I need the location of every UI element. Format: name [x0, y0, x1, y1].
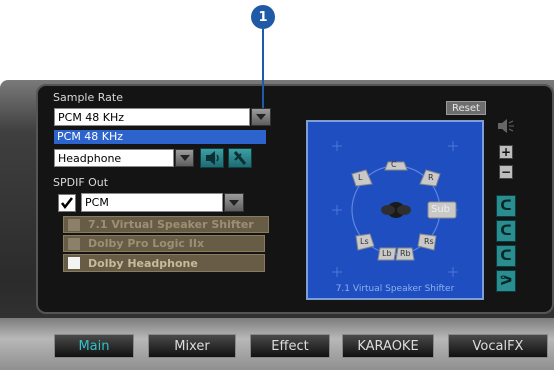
- sample-rate-dropdown-option[interactable]: PCM 48 KHz: [54, 130, 266, 144]
- tab-karaoke[interactable]: KARAOKE: [342, 334, 434, 358]
- preset-mode-button-1[interactable]: ᑕ: [496, 195, 516, 217]
- sample-rate-select[interactable]: PCM 48 KHz: [54, 108, 250, 126]
- settings-tool-button[interactable]: [228, 148, 252, 168]
- callout-number: 1: [258, 9, 268, 25]
- preset-mode-button-4[interactable]: ᕗ: [496, 270, 516, 292]
- volume-down-button[interactable]: −: [499, 165, 513, 179]
- speaker-label: R: [428, 173, 434, 182]
- option-checkbox[interactable]: [68, 257, 80, 269]
- checkmark-icon: [61, 197, 73, 210]
- output-dropdown-button[interactable]: [175, 149, 194, 167]
- tab-main[interactable]: Main: [54, 334, 134, 358]
- reset-button[interactable]: Reset: [446, 101, 486, 115]
- tab-label: VocalFX: [472, 338, 524, 354]
- speaker-label: Rs: [424, 237, 434, 246]
- speaker-label: Ls: [360, 237, 369, 246]
- spdif-format-select[interactable]: PCM: [81, 193, 223, 212]
- spdif-dropdown-button[interactable]: [224, 193, 244, 212]
- curve-icon: ᑕ: [500, 198, 512, 214]
- preset-mode-button-2[interactable]: ᑕ: [496, 220, 516, 242]
- option-virtual-speaker-shifter[interactable]: 7.1 Virtual Speaker Shifter: [63, 216, 269, 233]
- spdif-format-value: PCM: [85, 196, 109, 209]
- volume-up-button[interactable]: +: [499, 145, 513, 159]
- output-select[interactable]: Headphone: [54, 149, 174, 167]
- curve-icon: ᕗ: [499, 273, 513, 289]
- tab-label: KARAOKE: [357, 338, 419, 354]
- chevron-down-icon: [256, 114, 266, 120]
- speaker-label: Sub: [431, 204, 451, 215]
- tab-vocalfx[interactable]: VocalFX: [448, 334, 548, 358]
- speaker-icon: [206, 151, 219, 165]
- curve-icon: ᑕ: [500, 248, 512, 264]
- chevron-down-icon: [229, 199, 239, 206]
- option-checkbox[interactable]: [68, 237, 80, 250]
- tab-label: Mixer: [174, 338, 210, 354]
- speaker-layout-graphic: [332, 141, 458, 277]
- spdif-out-checkbox[interactable]: [58, 194, 76, 212]
- option-label: Dolby Pro Logic IIx: [88, 237, 205, 250]
- tab-effect[interactable]: Effect: [250, 334, 330, 358]
- volume-icon[interactable]: [496, 118, 516, 134]
- speaker-label: L: [358, 173, 363, 182]
- speaker-label: Lb: [382, 249, 392, 258]
- speaker-test-button[interactable]: [200, 148, 224, 168]
- speaker-label: C: [391, 160, 397, 169]
- chevron-down-icon: [179, 155, 190, 161]
- reset-label: Reset: [452, 102, 480, 114]
- output-value: Headphone: [58, 151, 122, 165]
- speaker-label: Rb: [400, 249, 411, 258]
- speaker-panel-caption: 7.1 Virtual Speaker Shifter: [335, 284, 455, 294]
- wrench-icon: [233, 151, 247, 165]
- preset-mode-button-3[interactable]: ᑕ: [496, 245, 516, 267]
- callout-line: [262, 29, 264, 112]
- tab-mixer[interactable]: Mixer: [148, 334, 236, 358]
- dropdown-option-label: PCM 48 KHz: [57, 130, 124, 143]
- minus-icon: −: [500, 165, 512, 179]
- option-label: 7.1 Virtual Speaker Shifter: [88, 218, 254, 231]
- tab-label: Effect: [271, 338, 309, 354]
- sample-rate-value: PCM 48 KHz: [58, 110, 125, 124]
- option-checkbox[interactable]: [68, 218, 80, 231]
- curve-icon: ᑕ: [500, 223, 512, 239]
- callout-marker: 1: [251, 5, 275, 29]
- option-label: Dolby Headphone: [88, 256, 198, 270]
- sample-rate-label: Sample Rate: [53, 91, 123, 104]
- plus-icon: +: [500, 145, 512, 159]
- spdif-out-label: SPDIF Out: [53, 176, 109, 189]
- sample-rate-dropdown-button[interactable]: [251, 108, 271, 126]
- option-dolby-pro-logic[interactable]: Dolby Pro Logic IIx: [63, 235, 265, 252]
- option-dolby-headphone[interactable]: Dolby Headphone: [63, 254, 265, 272]
- tab-label: Main: [78, 338, 110, 354]
- speaker-shifter-panel[interactable]: C L R Sub Ls Rs Lb Rb 7.1 Virtual Speake…: [306, 120, 484, 300]
